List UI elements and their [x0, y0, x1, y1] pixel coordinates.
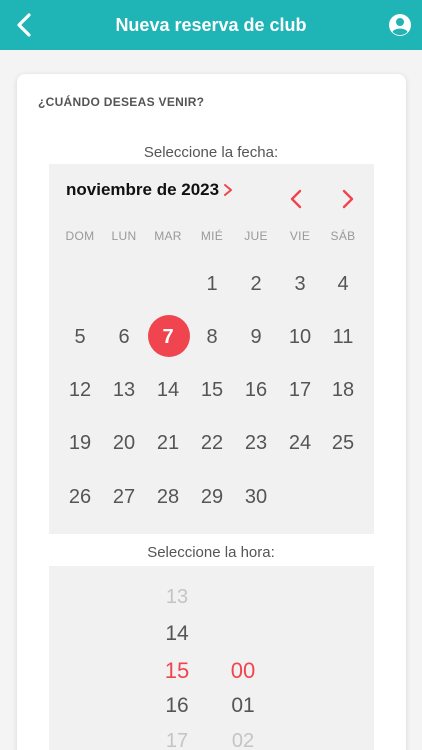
day-cell[interactable]: 28 [146, 475, 190, 519]
day-number: 13 [112, 378, 136, 401]
weekday-label: JUE [244, 229, 268, 243]
hour-option[interactable]: 13 [147, 586, 207, 609]
time-label: Seleccione la hora: [147, 544, 275, 561]
minute-option[interactable]: 02 [213, 730, 273, 750]
time-picker[interactable]: 13 14 15 16 17 00 01 02 [49, 566, 374, 750]
chevron-left-icon [17, 13, 31, 37]
weekday-label: SÁB [330, 229, 356, 243]
weekday-label: DOM [65, 229, 95, 243]
day-number: 20 [112, 431, 136, 454]
hour-option[interactable]: 14 [147, 622, 207, 646]
day-cell[interactable]: 21 [146, 421, 190, 465]
day-number: 7 [162, 325, 174, 348]
hour-selected[interactable]: 15 [147, 658, 207, 684]
day-number: 6 [118, 325, 130, 348]
section-question: ¿CUÁNDO DESEAS VENIR? [38, 95, 205, 109]
day-cell[interactable]: 23 [234, 421, 278, 465]
weekday-label: LUN [111, 229, 137, 243]
day-number: 12 [68, 378, 92, 401]
day-number: 21 [156, 431, 180, 454]
day-cell[interactable]: 4 [321, 262, 365, 306]
day-selected[interactable]: 7 [146, 315, 190, 359]
day-cell[interactable]: 1 [190, 262, 234, 306]
weekday-label: MAR [154, 229, 182, 243]
day-cell[interactable]: 22 [190, 421, 234, 465]
day-cell[interactable]: 12 [58, 368, 102, 412]
date-label: Seleccione la fecha: [143, 144, 279, 161]
day-cell[interactable]: 8 [190, 315, 234, 359]
minute-option[interactable]: 01 [213, 694, 273, 718]
day-cell[interactable]: 13 [102, 368, 146, 412]
day-number: 8 [206, 325, 218, 348]
day-number: 27 [112, 485, 136, 508]
day-number: 16 [244, 378, 268, 401]
prev-month-button[interactable] [287, 188, 307, 210]
hour-option[interactable]: 16 [147, 694, 207, 718]
day-number: 15 [200, 378, 224, 401]
day-cell[interactable]: 20 [102, 421, 146, 465]
chevron-right-icon[interactable] [221, 183, 235, 197]
day-cell[interactable]: 17 [278, 368, 322, 412]
minute-selected[interactable]: 00 [213, 658, 273, 684]
day-cell[interactable]: 6 [102, 315, 146, 359]
day-number: 22 [200, 431, 224, 454]
weekday-label: VIE [289, 229, 311, 243]
day-cell[interactable]: 29 [190, 475, 234, 519]
day-cell[interactable]: 11 [321, 315, 365, 359]
day-cell[interactable]: 2 [234, 262, 278, 306]
day-number: 30 [244, 485, 268, 508]
day-cell[interactable]: 5 [58, 315, 102, 359]
day-cell[interactable]: 10 [278, 315, 322, 359]
calendar-month-label[interactable]: noviembre de 2023 [66, 180, 219, 200]
day-number: 1 [206, 272, 218, 295]
day-cell[interactable]: 30 [234, 475, 278, 519]
day-cell[interactable]: 25 [321, 421, 365, 465]
day-number: 25 [331, 431, 355, 454]
day-cell[interactable]: 14 [146, 368, 190, 412]
app-header: Nueva reserva de club [0, 0, 422, 50]
day-cell[interactable]: 24 [278, 421, 322, 465]
page-title: Nueva reserva de club [115, 14, 307, 35]
day-cell[interactable]: 27 [102, 475, 146, 519]
weekday-label: MIÉ [200, 229, 224, 243]
user-circle-icon [389, 14, 411, 36]
day-cell[interactable]: 15 [190, 368, 234, 412]
hour-option[interactable]: 17 [147, 730, 207, 750]
day-number: 26 [68, 485, 92, 508]
day-number: 9 [250, 325, 262, 348]
day-number: 11 [332, 325, 354, 348]
day-number: 29 [200, 485, 224, 508]
day-cell[interactable]: 19 [58, 421, 102, 465]
day-number: 28 [156, 485, 180, 508]
day-number: 19 [68, 431, 92, 454]
day-number: 4 [337, 272, 349, 295]
day-number: 14 [156, 378, 180, 401]
day-cell[interactable]: 18 [321, 368, 365, 412]
day-number: 10 [288, 325, 312, 348]
day-number: 3 [294, 272, 306, 295]
day-number: 2 [250, 272, 262, 295]
day-number: 18 [331, 378, 355, 401]
day-cell[interactable]: 9 [234, 315, 278, 359]
day-cell[interactable]: 26 [58, 475, 102, 519]
day-number: 23 [244, 431, 268, 454]
day-cell[interactable]: 3 [278, 262, 322, 306]
day-number: 24 [288, 431, 312, 454]
next-month-button[interactable] [337, 188, 357, 210]
day-cell[interactable]: 16 [234, 368, 278, 412]
profile-button[interactable] [388, 13, 412, 37]
day-number: 17 [288, 378, 312, 401]
back-button[interactable] [8, 8, 40, 42]
day-number: 5 [74, 325, 86, 348]
